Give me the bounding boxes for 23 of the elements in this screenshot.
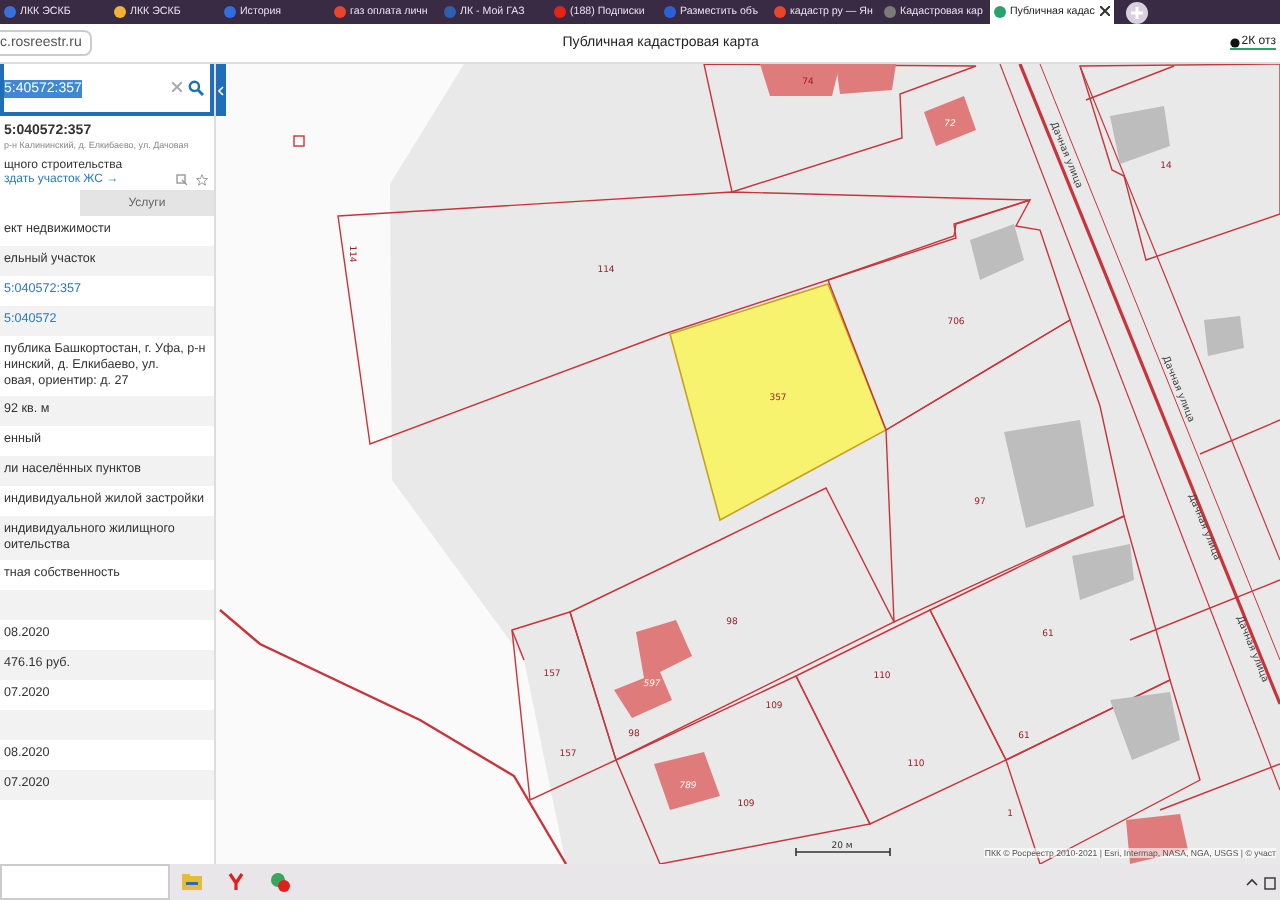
- clear-icon[interactable]: [166, 81, 188, 95]
- scale-bar: [795, 847, 891, 857]
- taskbar-search-field[interactable]: [0, 864, 170, 900]
- star-icon[interactable]: [196, 174, 208, 186]
- app-icon[interactable]: [268, 870, 292, 894]
- building-footprint: [1110, 106, 1170, 164]
- search-icon[interactable]: [188, 80, 204, 96]
- building-footprint: [1004, 420, 1094, 528]
- building-footprint: [1072, 544, 1134, 600]
- speech-bubble-icon: [1229, 37, 1240, 47]
- folder-icon[interactable]: [180, 870, 204, 894]
- building-footprint: [924, 96, 976, 146]
- close-icon[interactable]: [1100, 5, 1110, 19]
- boundary-marker: [293, 135, 305, 147]
- building-footprint: [1204, 316, 1244, 356]
- copy-icon[interactable]: [176, 174, 188, 186]
- building-footprint: [1110, 692, 1180, 760]
- new-tab-button[interactable]: [1126, 2, 1148, 24]
- collapse-panel-button[interactable]: [216, 64, 226, 116]
- building-footprint: [970, 224, 1024, 280]
- building-footprint: [654, 752, 720, 810]
- browser-icon[interactable]: [224, 870, 248, 894]
- building-footprint: [614, 620, 692, 718]
